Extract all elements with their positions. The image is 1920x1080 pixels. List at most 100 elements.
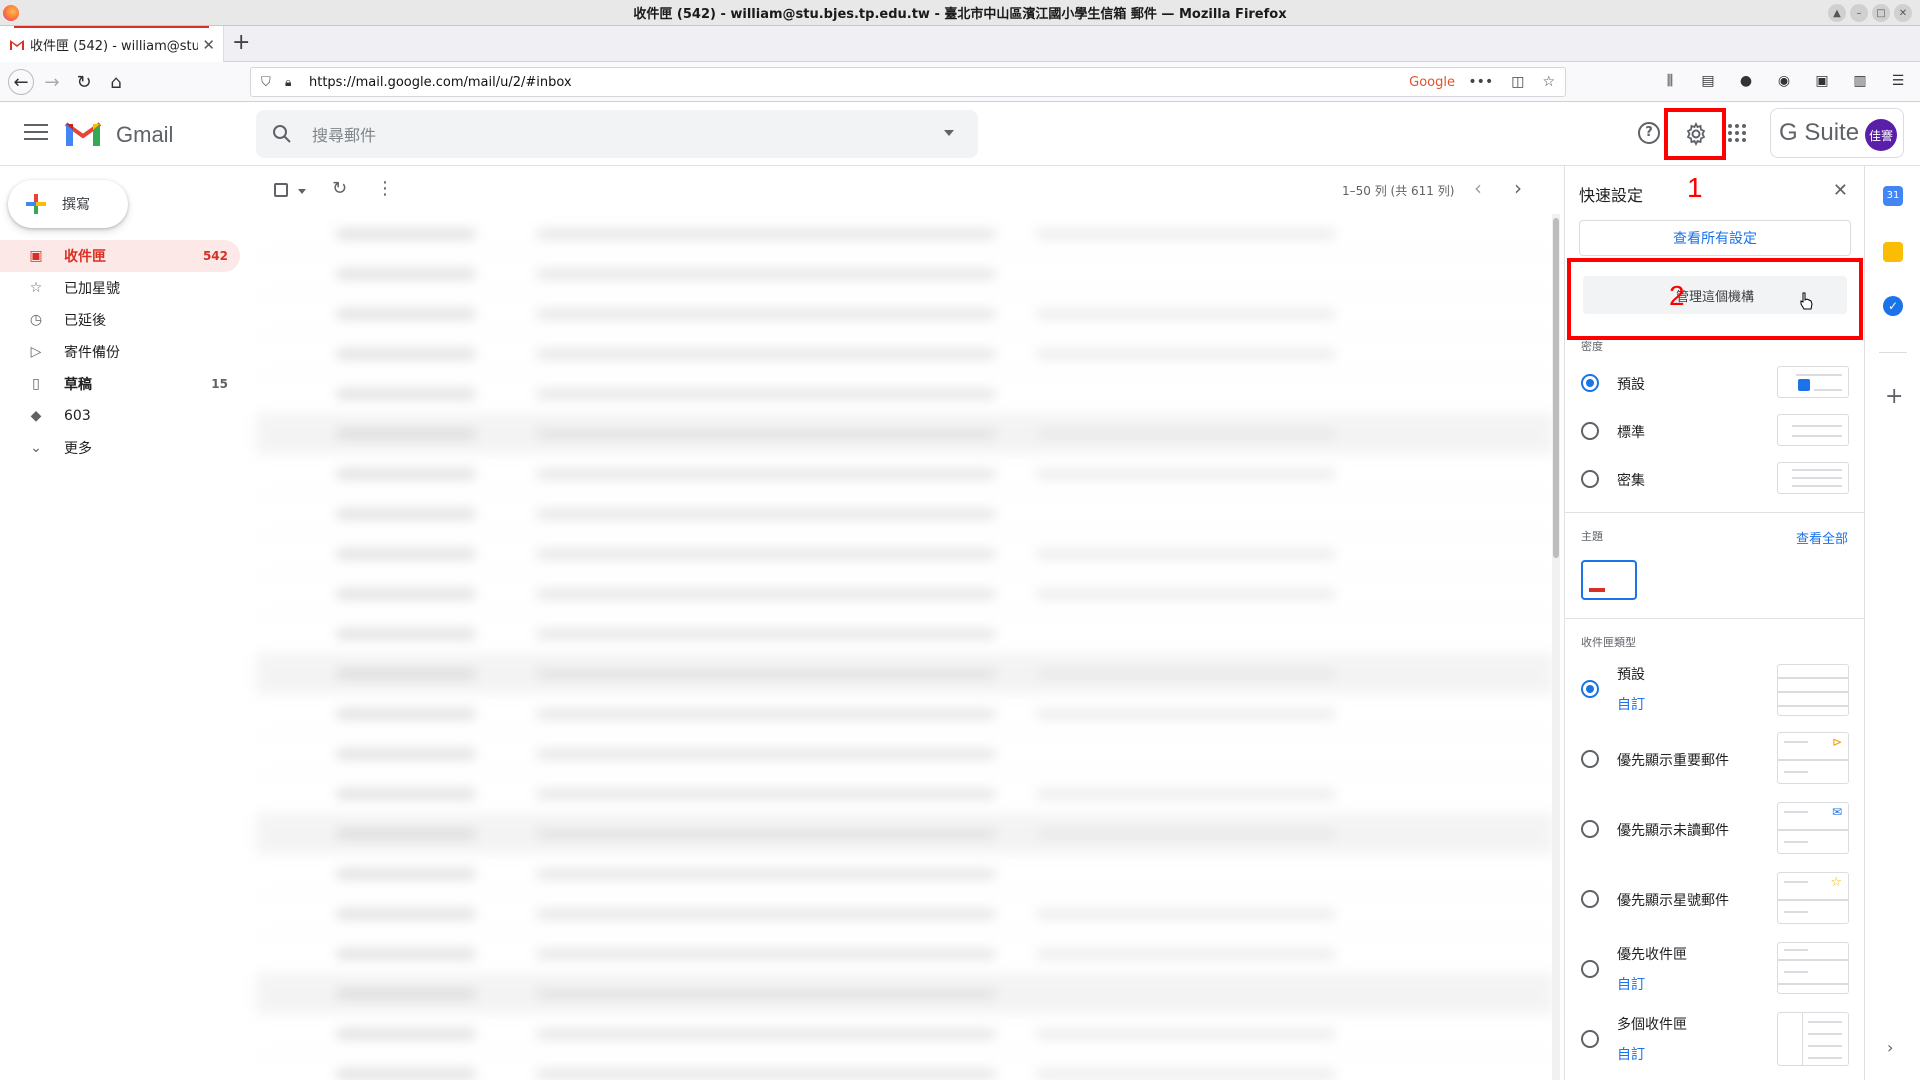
back-icon[interactable]: ←: [8, 69, 34, 95]
extension-3-icon[interactable]: ▥: [1848, 68, 1872, 94]
table-row[interactable]: [256, 1054, 1554, 1080]
table-row[interactable]: [256, 1014, 1554, 1054]
inbox-type-multiple-label[interactable]: 多個收件匣: [1617, 1014, 1687, 1034]
inbox-type-important-radio[interactable]: [1581, 750, 1599, 768]
window-close-icon[interactable]: ✕: [1894, 4, 1912, 22]
nav-item-label-603[interactable]: ◆ 603: [0, 400, 240, 432]
keep-icon[interactable]: [1883, 242, 1903, 262]
table-row[interactable]: [256, 654, 1554, 694]
inbox-type-unread-thumbnail[interactable]: ✉: [1777, 802, 1849, 854]
nav-item-drafts[interactable]: ▯ 草稿 15: [0, 368, 240, 400]
table-row[interactable]: [256, 814, 1554, 854]
account-icon[interactable]: ●: [1734, 68, 1758, 94]
window-maximize-icon[interactable]: □: [1872, 4, 1890, 22]
inbox-type-multiple-radio[interactable]: [1581, 1030, 1599, 1048]
table-row[interactable]: [256, 534, 1554, 574]
table-row[interactable]: [256, 854, 1554, 894]
table-row[interactable]: [256, 454, 1554, 494]
table-row[interactable]: [256, 614, 1554, 654]
table-row[interactable]: [256, 374, 1554, 414]
sidebar-icon[interactable]: ▤: [1696, 68, 1720, 94]
new-tab-icon[interactable]: +: [232, 32, 250, 54]
bookmark-star-icon[interactable]: ☆: [1542, 74, 1555, 90]
more-options-icon[interactable]: ⋮: [376, 178, 394, 199]
google-badge[interactable]: Google: [1409, 75, 1455, 90]
search-box[interactable]: 搜尋郵件: [256, 110, 978, 158]
tab-close-icon[interactable]: ✕: [202, 36, 215, 54]
search-input[interactable]: 搜尋郵件: [312, 122, 376, 146]
inbox-type-default-label[interactable]: 預設: [1617, 664, 1645, 684]
density-default-radio[interactable]: [1581, 374, 1599, 392]
pocket-icon[interactable]: ◫: [1511, 74, 1524, 90]
inbox-type-important-label[interactable]: 優先顯示重要郵件: [1617, 750, 1729, 770]
close-icon[interactable]: ✕: [1833, 180, 1848, 201]
reload-icon[interactable]: ↻: [72, 70, 96, 94]
table-row[interactable]: [256, 494, 1554, 534]
calendar-icon[interactable]: 31: [1883, 186, 1903, 206]
gmail-brand[interactable]: Gmail: [116, 122, 173, 148]
url-text[interactable]: https://mail.google.com/mail/u/2/#inbox: [309, 75, 572, 90]
compose-button[interactable]: 撰寫: [8, 180, 128, 228]
next-page-icon[interactable]: ›: [1514, 176, 1522, 200]
table-row[interactable]: [256, 294, 1554, 334]
add-addon-icon[interactable]: +: [1885, 384, 1903, 409]
inbox-type-starred-label[interactable]: 優先顯示星號郵件: [1617, 890, 1729, 910]
help-icon[interactable]: ?: [1638, 122, 1660, 144]
url-bar[interactable]: ⛉ 🔒︎ https://mail.google.com/mail/u/2/#i…: [250, 67, 1566, 97]
extension-2-icon[interactable]: ▣: [1810, 68, 1834, 94]
table-row[interactable]: [256, 414, 1554, 454]
extension-1-icon[interactable]: ◉: [1772, 68, 1796, 94]
inbox-type-default-radio[interactable]: [1581, 680, 1599, 698]
table-row[interactable]: [256, 254, 1554, 294]
table-row[interactable]: [256, 974, 1554, 1014]
gsuite-account-button[interactable]: G Suite 佳謇: [1770, 108, 1904, 158]
library-icon[interactable]: ⫼: [1658, 68, 1682, 94]
main-menu-icon[interactable]: [24, 124, 48, 142]
inbox-type-multiple-customize[interactable]: 自訂: [1617, 1044, 1645, 1064]
nav-item-starred[interactable]: ☆ 已加星號: [0, 272, 240, 304]
nav-item-sent[interactable]: ▷ 寄件備份: [0, 336, 240, 368]
lock-icon[interactable]: 🔒︎: [285, 75, 291, 90]
table-row[interactable]: [256, 934, 1554, 974]
table-row[interactable]: [256, 334, 1554, 374]
inbox-type-default-customize[interactable]: 自訂: [1617, 694, 1645, 714]
table-row[interactable]: [256, 694, 1554, 734]
inbox-type-important-thumbnail[interactable]: ⊳: [1777, 732, 1849, 784]
gear-icon[interactable]: [1684, 122, 1708, 146]
inbox-type-priority-thumbnail[interactable]: [1777, 942, 1849, 994]
table-row[interactable]: [256, 574, 1554, 614]
search-icon[interactable]: [272, 124, 292, 144]
inbox-type-priority-radio[interactable]: [1581, 960, 1599, 978]
inbox-type-multiple-thumbnail[interactable]: [1777, 1012, 1849, 1066]
inbox-type-starred-thumbnail[interactable]: ☆: [1777, 872, 1849, 924]
nav-item-inbox[interactable]: ▣ 收件匣 542: [0, 240, 240, 272]
browser-tab-gmail[interactable]: 收件匣 (542) - william@stu.bjes ✕: [0, 26, 224, 62]
theme-view-all-link[interactable]: 查看全部: [1796, 528, 1848, 547]
inbox-type-priority-label[interactable]: 優先收件匣: [1617, 944, 1687, 964]
apps-grid-icon[interactable]: [1728, 124, 1746, 142]
density-standard-label[interactable]: 標準: [1617, 422, 1645, 442]
density-compact-label[interactable]: 密集: [1617, 470, 1645, 490]
inbox-type-unread-radio[interactable]: [1581, 820, 1599, 838]
page-actions-icon[interactable]: •••: [1468, 74, 1493, 90]
table-row[interactable]: [256, 774, 1554, 814]
prev-page-icon[interactable]: ‹: [1474, 176, 1482, 200]
density-default-label[interactable]: 預設: [1617, 374, 1645, 394]
menu-icon[interactable]: ☰: [1886, 68, 1910, 94]
forward-icon[interactable]: →: [40, 70, 64, 94]
inbox-type-unread-label[interactable]: 優先顯示未讀郵件: [1617, 820, 1729, 840]
shield-icon[interactable]: ⛉: [261, 75, 271, 90]
select-all-checkbox[interactable]: [274, 183, 288, 197]
chevron-right-icon[interactable]: ›: [1887, 1038, 1893, 1057]
inbox-type-default-thumbnail[interactable]: [1777, 664, 1849, 716]
view-all-settings-button[interactable]: 查看所有設定: [1579, 220, 1851, 256]
home-icon[interactable]: ⌂: [104, 70, 128, 94]
select-options-icon[interactable]: [298, 189, 306, 194]
window-scroll-up-icon[interactable]: ▲: [1828, 4, 1846, 22]
nav-item-more[interactable]: ⌄ 更多: [0, 432, 240, 464]
density-standard-thumbnail[interactable]: [1777, 414, 1849, 446]
density-default-thumbnail[interactable]: [1777, 366, 1849, 398]
inbox-type-starred-radio[interactable]: [1581, 890, 1599, 908]
window-minimize-icon[interactable]: –: [1850, 4, 1868, 22]
table-row[interactable]: [256, 214, 1554, 254]
